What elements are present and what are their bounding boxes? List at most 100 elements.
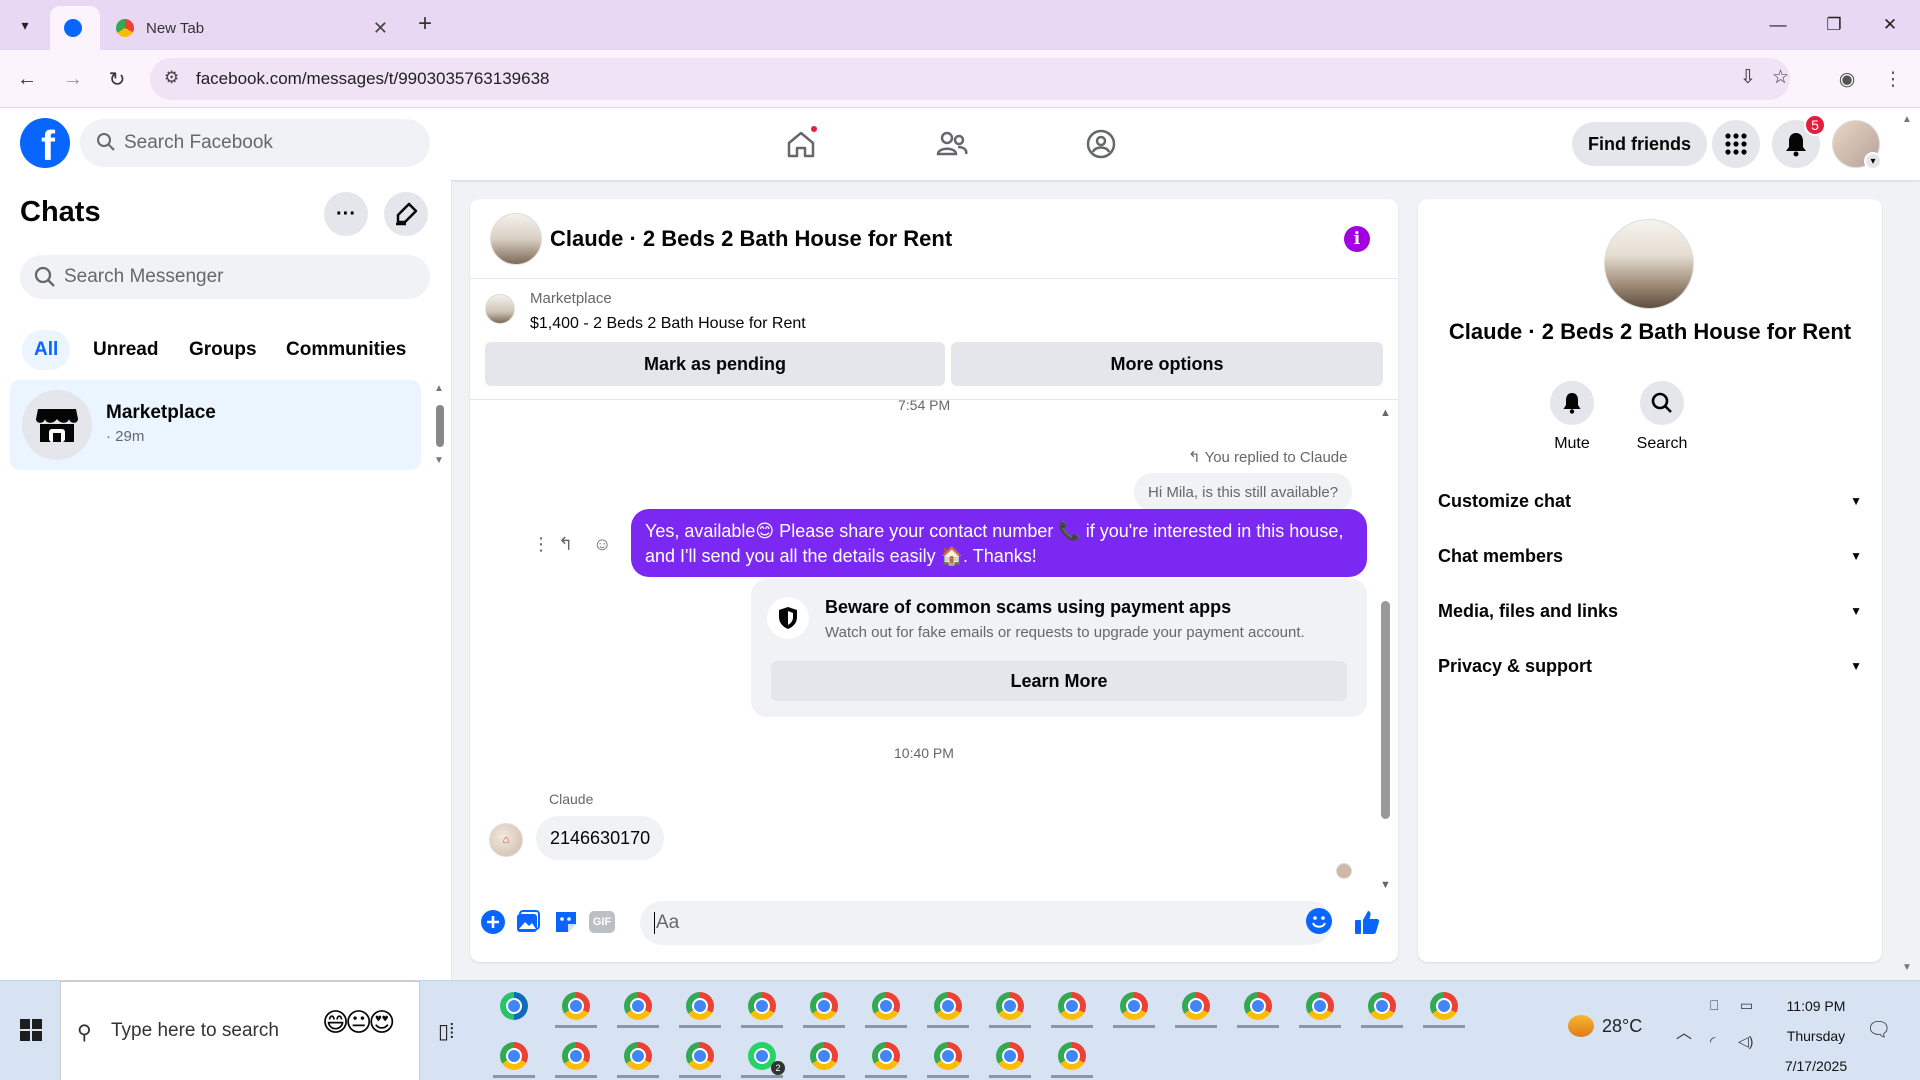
windows-start-icon[interactable] — [20, 1019, 42, 1041]
reply-icon[interactable]: ↰ — [558, 534, 573, 555]
emoji-picker-icon[interactable] — [1306, 908, 1332, 934]
scrollbar-thumb[interactable] — [436, 405, 444, 447]
conversation-avatar[interactable] — [490, 213, 542, 265]
chrome-profile-icon[interactable] — [679, 987, 721, 1028]
notification-center-icon[interactable]: 🗨 — [1866, 1017, 1891, 1042]
more-options-button[interactable]: More options — [951, 342, 1383, 386]
filter-tab-unread[interactable]: Unread — [81, 330, 170, 370]
received-message-bubble[interactable]: 2146630170 — [536, 816, 665, 860]
filter-tab-groups[interactable]: Groups — [177, 330, 269, 370]
edge-browser-icon[interactable] — [493, 987, 535, 1025]
chrome-profile-icon[interactable] — [1237, 987, 1279, 1028]
profile-icon[interactable]: ◉ — [1830, 62, 1864, 96]
chrome-profile-icon[interactable] — [803, 987, 845, 1028]
page-scroll-down-arrow-icon[interactable]: ▼ — [1902, 962, 1912, 973]
sent-message-bubble[interactable]: Yes, available😊 Please share your contac… — [631, 509, 1367, 577]
facebook-search-input[interactable]: Search Facebook — [80, 119, 430, 167]
chrome-profile-icon[interactable] — [1175, 987, 1217, 1028]
chrome-profile-icon[interactable] — [1113, 987, 1155, 1028]
chrome-profile-icon[interactable] — [1423, 987, 1465, 1028]
thumbs-up-like-icon[interactable] — [1352, 907, 1382, 937]
chat-options-ellipsis-icon[interactable]: ··· — [324, 192, 368, 236]
whatsapp-icon[interactable]: 2 — [741, 1037, 785, 1078]
chrome-profile-icon[interactable] — [865, 987, 907, 1028]
photo-gallery-icon[interactable] — [513, 907, 543, 937]
restore-icon[interactable]: ❐ — [1814, 8, 1854, 42]
conversation-title[interactable]: Claude · 2 Beds 2 Bath House for Rent — [550, 226, 952, 252]
new-message-compose-icon[interactable] — [384, 192, 428, 236]
listing-thumbnail[interactable] — [485, 294, 515, 324]
home-icon[interactable] — [781, 124, 821, 162]
chrome-profile-icon[interactable] — [741, 987, 783, 1028]
reload-icon[interactable]: ↻ — [100, 62, 134, 96]
chrome-profile-icon[interactable] — [1299, 987, 1341, 1028]
notifications-bell-icon[interactable]: 5 — [1772, 114, 1826, 168]
chrome-profile-icon[interactable] — [803, 1037, 845, 1078]
filter-tab-communities[interactable]: Communities — [274, 330, 418, 370]
chat-members-section[interactable]: Chat members ▼ — [1438, 536, 1862, 576]
battery-icon[interactable]: ▭ — [1740, 997, 1753, 1014]
weather-widget[interactable]: 28°C — [1568, 1015, 1642, 1037]
account-chevron-down-icon[interactable]: ▾ — [1864, 152, 1882, 170]
thread-scrollbar-thumb[interactable] — [1381, 601, 1390, 819]
menu-kebab-icon[interactable]: ⋮ — [1876, 62, 1910, 96]
add-plus-circle-icon[interactable] — [478, 907, 508, 937]
sender-avatar[interactable]: ⌂ — [489, 823, 523, 857]
page-scroll-up-arrow-icon[interactable]: ▲ — [1902, 114, 1912, 125]
close-window-icon[interactable]: ✕ — [1870, 8, 1910, 42]
media-files-links-section[interactable]: Media, files and links ▼ — [1438, 591, 1862, 631]
search-messenger-input[interactable]: Search Messenger — [20, 255, 430, 299]
new-tab-plus-icon[interactable]: + — [410, 10, 440, 38]
chrome-profile-icon[interactable] — [555, 1037, 597, 1078]
chrome-profile-icon[interactable] — [617, 987, 659, 1028]
more-actions-kebab-icon[interactable]: ⋮ — [532, 534, 550, 555]
quoted-message[interactable]: Hi Mila, is this still available? — [1134, 473, 1353, 511]
friends-icon[interactable] — [932, 126, 972, 162]
minimize-icon[interactable]: — — [1758, 8, 1798, 42]
react-smiley-icon[interactable]: ☺ — [593, 534, 611, 555]
chrome-profile-icon[interactable] — [927, 987, 969, 1028]
search-highlight-emojis[interactable]: 😄😐😍 — [322, 1007, 395, 1038]
show-hidden-icons-chevron-icon[interactable]: ︿ — [1676, 1019, 1692, 1043]
chrome-profile-icon[interactable] — [1051, 1037, 1093, 1078]
wifi-icon[interactable]: ◜ — [1710, 1033, 1715, 1050]
gif-icon[interactable]: GIF — [587, 907, 617, 937]
privacy-support-section[interactable]: Privacy & support ▼ — [1438, 646, 1862, 686]
mute-button[interactable]: Mute — [1532, 381, 1612, 453]
address-bar[interactable]: ⚙ facebook.com/messages/t/99030357631396… — [150, 58, 1790, 100]
chrome-profile-icon[interactable] — [617, 1037, 659, 1078]
mark-as-pending-button[interactable]: Mark as pending — [485, 342, 945, 386]
system-clock[interactable]: 11:09 PM Thursday 7/17/2025 — [1766, 991, 1866, 1080]
task-view-icon[interactable]: ▯⁞ — [438, 1019, 455, 1044]
message-input[interactable]: Aa — [640, 901, 1332, 945]
site-info-icon[interactable]: ⚙ — [164, 68, 179, 88]
forward-arrow-icon[interactable]: → — [56, 62, 90, 96]
groups-icon[interactable] — [1081, 126, 1121, 162]
chat-list-scrollbar[interactable]: ▲ ▼ — [434, 383, 444, 466]
customize-chat-section[interactable]: Customize chat ▼ — [1438, 481, 1862, 521]
device-icon[interactable]: ⎕ — [1710, 997, 1718, 1014]
find-friends-button[interactable]: Find friends — [1572, 122, 1707, 166]
learn-more-button[interactable]: Learn More — [771, 661, 1347, 701]
install-app-icon[interactable]: ⇩ — [1740, 66, 1756, 89]
bookmark-star-icon[interactable]: ☆ — [1772, 66, 1789, 89]
scroll-up-arrow-icon[interactable]: ▲ — [434, 383, 444, 394]
tab-new-tab[interactable]: New Tab ✕ — [102, 6, 402, 50]
back-arrow-icon[interactable]: ← — [10, 62, 44, 96]
chrome-profile-icon[interactable] — [865, 1037, 907, 1078]
thread-scroll-up-arrow-icon[interactable]: ▲ — [1380, 407, 1391, 419]
sticker-icon[interactable] — [551, 907, 581, 937]
tab-facebook[interactable] — [50, 6, 100, 50]
chrome-profile-icon[interactable] — [555, 987, 597, 1028]
scroll-down-arrow-icon[interactable]: ▼ — [434, 455, 444, 466]
filter-tab-all[interactable]: All — [22, 330, 71, 370]
close-tab-icon[interactable]: ✕ — [373, 18, 388, 39]
chrome-profile-icon[interactable] — [1051, 987, 1093, 1028]
chrome-profile-icon[interactable] — [927, 1037, 969, 1078]
tab-search-chevron-icon[interactable]: ▾ — [8, 8, 42, 42]
search-in-chat-button[interactable]: Search — [1622, 381, 1702, 453]
facebook-logo[interactable]: f — [20, 118, 70, 168]
chat-info-avatar[interactable] — [1604, 219, 1694, 309]
volume-speaker-icon[interactable]: ◁) — [1738, 1033, 1753, 1050]
listing-title[interactable]: $1,400 - 2 Beds 2 Bath House for Rent — [530, 315, 806, 333]
